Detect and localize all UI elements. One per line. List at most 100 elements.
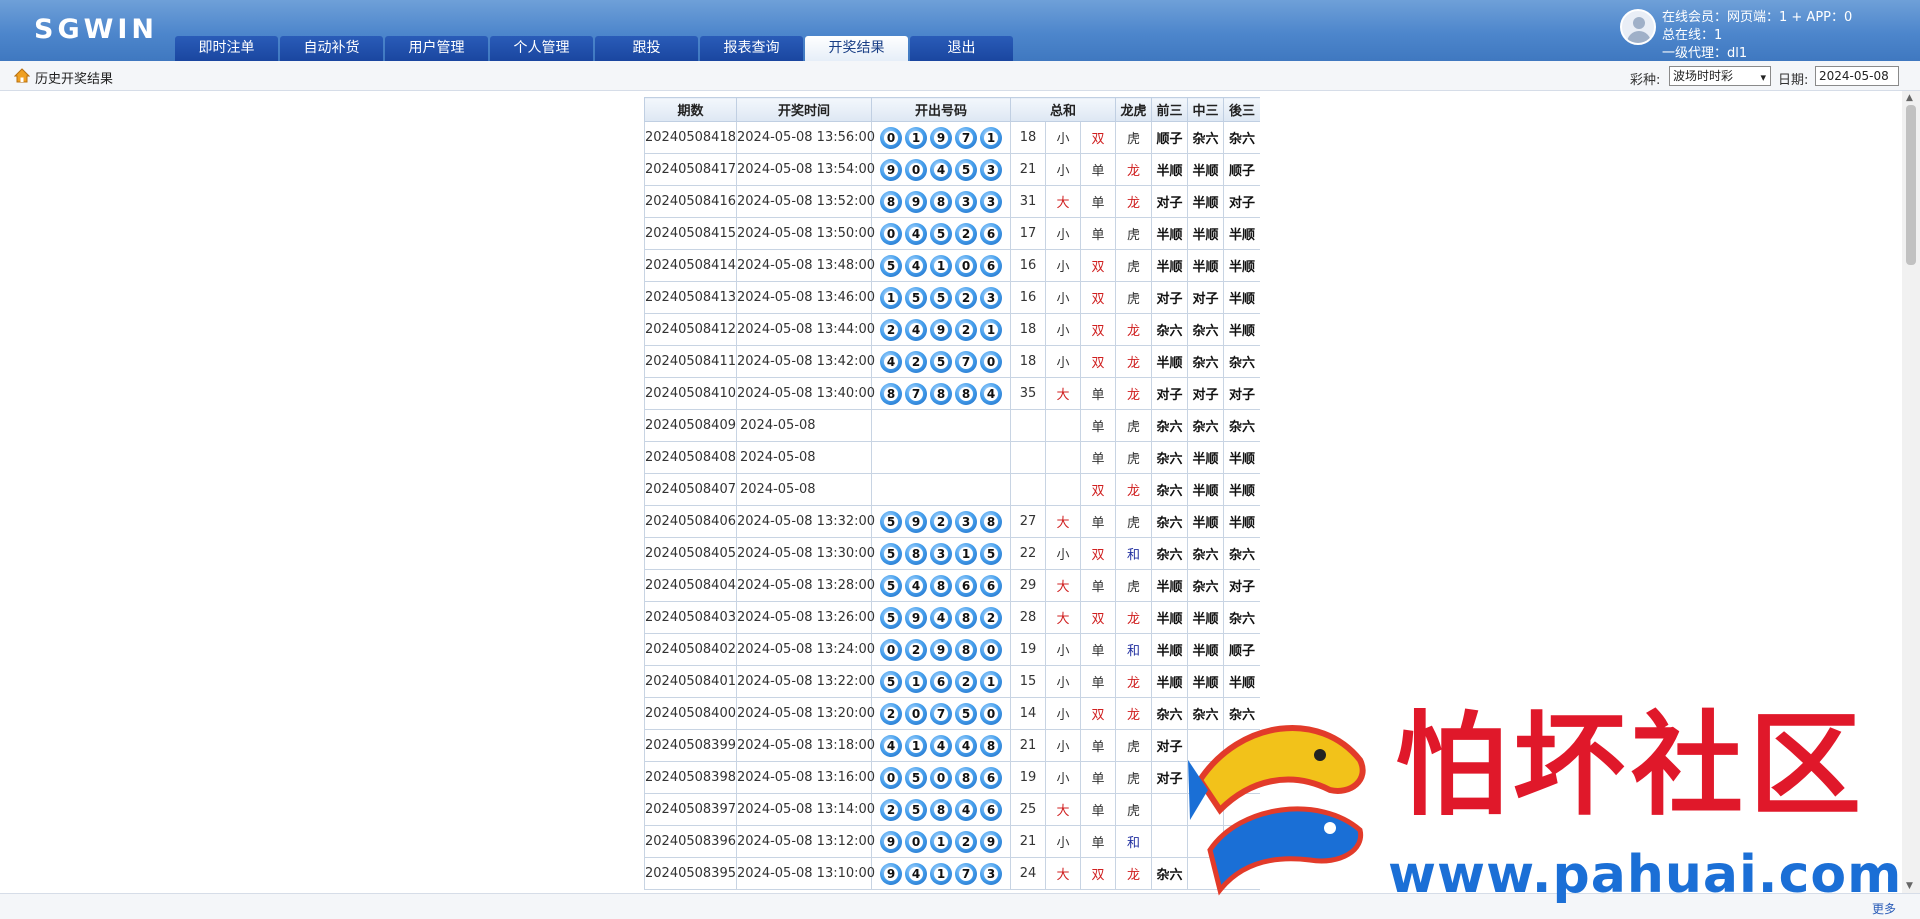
- number-ball: 5: [880, 510, 902, 533]
- size-cell: 小: [1045, 729, 1081, 762]
- nav-tab[interactable]: 退出: [910, 36, 1013, 61]
- number-ball: 0: [905, 702, 927, 725]
- number-ball: 9: [930, 318, 952, 341]
- parity-cell: 单: [1079, 761, 1117, 794]
- app-logo: SGWIN: [34, 14, 159, 45]
- time-cell: 2024-05-08 13:26:00: [736, 601, 875, 634]
- time-cell: 2024-05-08 13:44:00: [736, 313, 875, 346]
- sum-cell: 19: [1010, 761, 1046, 794]
- table-row: 20240508414 2024-05-08 13:48:00 5 4 1 0 6 16 小双虎…: [644, 249, 1260, 282]
- dragon-tiger-cell: 虎: [1115, 729, 1153, 762]
- sum-cell: 28: [1010, 601, 1046, 634]
- mid3-cell: 半顺: [1187, 505, 1225, 538]
- numbers-cell: [871, 441, 1011, 474]
- watermark-url: www.pahuai.com: [1388, 845, 1903, 905]
- numbers-cell: 54866: [871, 569, 1011, 602]
- front3-cell: 半顺: [1151, 569, 1189, 602]
- sum-cell: 22: [1010, 537, 1046, 570]
- parity-cell: 单: [1079, 505, 1117, 538]
- online-status-line: 总在线：1: [1662, 28, 1723, 43]
- parity-cell: 单: [1079, 377, 1117, 410]
- time-cell: 2024-05-08: [736, 409, 872, 442]
- numbers-cell: 58315: [871, 537, 1011, 570]
- numbers-cell: 01971: [871, 121, 1011, 154]
- dragon-tiger-cell: 龙: [1115, 473, 1153, 506]
- front3-cell: 杂六: [1151, 441, 1189, 474]
- front3-cell: 对子: [1151, 281, 1189, 314]
- nav-tab[interactable]: 跟投: [595, 36, 698, 61]
- number-ball: 4: [880, 734, 902, 757]
- number-ball: 1: [930, 830, 952, 853]
- front3-cell: 杂六: [1151, 313, 1189, 346]
- front3-cell: 半顺: [1151, 633, 1189, 666]
- number-ball-value: 1: [984, 322, 998, 337]
- number-ball: 2: [880, 318, 902, 341]
- numbers-cell: 42570: [871, 345, 1011, 378]
- page-scrollbar[interactable]: ▲ ▼: [1902, 91, 1920, 893]
- mid3-cell: 半顺: [1187, 217, 1225, 250]
- size-cell: 小: [1045, 121, 1081, 154]
- sum-cell: [1010, 441, 1046, 474]
- number-ball-value: 2: [984, 610, 998, 625]
- parity-cell: 单: [1079, 153, 1117, 186]
- numbers-cell: 05086: [871, 761, 1011, 794]
- dragon-tiger-cell: 龙: [1115, 313, 1153, 346]
- number-ball-value: 6: [984, 578, 998, 593]
- number-ball-value: 5: [934, 354, 948, 369]
- number-ball: 2: [905, 638, 927, 661]
- number-ball: 5: [880, 574, 902, 597]
- number-ball: 8: [955, 766, 977, 789]
- size-cell: 小: [1045, 249, 1081, 282]
- size-cell: 大: [1045, 185, 1081, 218]
- dragon-tiger-cell: 龙: [1115, 665, 1153, 698]
- number-ball: 2: [955, 670, 977, 693]
- number-ball: 8: [955, 638, 977, 661]
- number-ball: 7: [930, 702, 952, 725]
- table-row: 20240508400 2024-05-08 13:20:00 2 0 7 5 0 14 小双龙…: [644, 697, 1260, 730]
- nav-tab[interactable]: 开奖结果: [805, 36, 908, 61]
- number-ball: 0: [905, 830, 927, 853]
- size-cell: 大: [1045, 505, 1081, 538]
- number-ball: 8: [955, 606, 977, 629]
- number-ball: 3: [930, 542, 952, 565]
- front3-cell: 半顺: [1151, 249, 1189, 282]
- time-cell: 2024-05-08 13:48:00: [736, 249, 875, 282]
- number-ball: 2: [955, 286, 977, 309]
- nav-tab[interactable]: 用户管理: [385, 36, 488, 61]
- nav-tab[interactable]: 个人管理: [490, 36, 593, 61]
- sum-cell: 15: [1010, 665, 1046, 698]
- scroll-up-icon[interactable]: ▲: [1906, 93, 1913, 103]
- number-ball-value: 3: [984, 162, 998, 177]
- sum-cell: 24: [1010, 857, 1046, 890]
- date-label: 日期:: [1778, 73, 1809, 88]
- number-ball-value: 3: [984, 290, 998, 305]
- number-ball: 2: [905, 350, 927, 373]
- nav-tab[interactable]: 自动补货: [280, 36, 383, 61]
- time-cell: 2024-05-08 13:52:00: [736, 185, 875, 218]
- scroll-down-icon[interactable]: ▼: [1906, 881, 1913, 891]
- numbers-cell: 51621: [871, 665, 1011, 698]
- date-input[interactable]: 2024-05-08: [1815, 66, 1899, 86]
- number-ball-value: 5: [909, 290, 923, 305]
- nav-tab[interactable]: 报表查询: [700, 36, 803, 61]
- front3-cell: 杂六: [1151, 409, 1189, 442]
- number-ball-value: 5: [884, 514, 898, 529]
- nav-tab[interactable]: 即时注单: [175, 36, 278, 61]
- scrollbar-thumb[interactable]: [1906, 105, 1916, 265]
- mid3-cell: 对子: [1187, 377, 1225, 410]
- size-cell: 小: [1045, 633, 1081, 666]
- time-cell: 2024-05-08 13:28:00: [736, 569, 875, 602]
- lottery-select[interactable]: 波场时时彩 ▾: [1669, 66, 1771, 86]
- number-ball-value: 2: [959, 226, 973, 241]
- number-ball: 4: [905, 862, 927, 885]
- number-ball: 9: [880, 862, 902, 885]
- parity-cell: 单: [1079, 633, 1117, 666]
- col-sum: 总和: [1009, 97, 1117, 122]
- parity-cell: 单: [1079, 441, 1117, 474]
- dragon-tiger-cell: 和: [1115, 633, 1153, 666]
- number-ball-value: 3: [959, 194, 973, 209]
- dragon-tiger-cell: 龙: [1115, 697, 1153, 730]
- time-cell: 2024-05-08 13:20:00: [736, 697, 875, 730]
- number-ball-value: 6: [934, 674, 948, 689]
- number-ball-value: 2: [959, 290, 973, 305]
